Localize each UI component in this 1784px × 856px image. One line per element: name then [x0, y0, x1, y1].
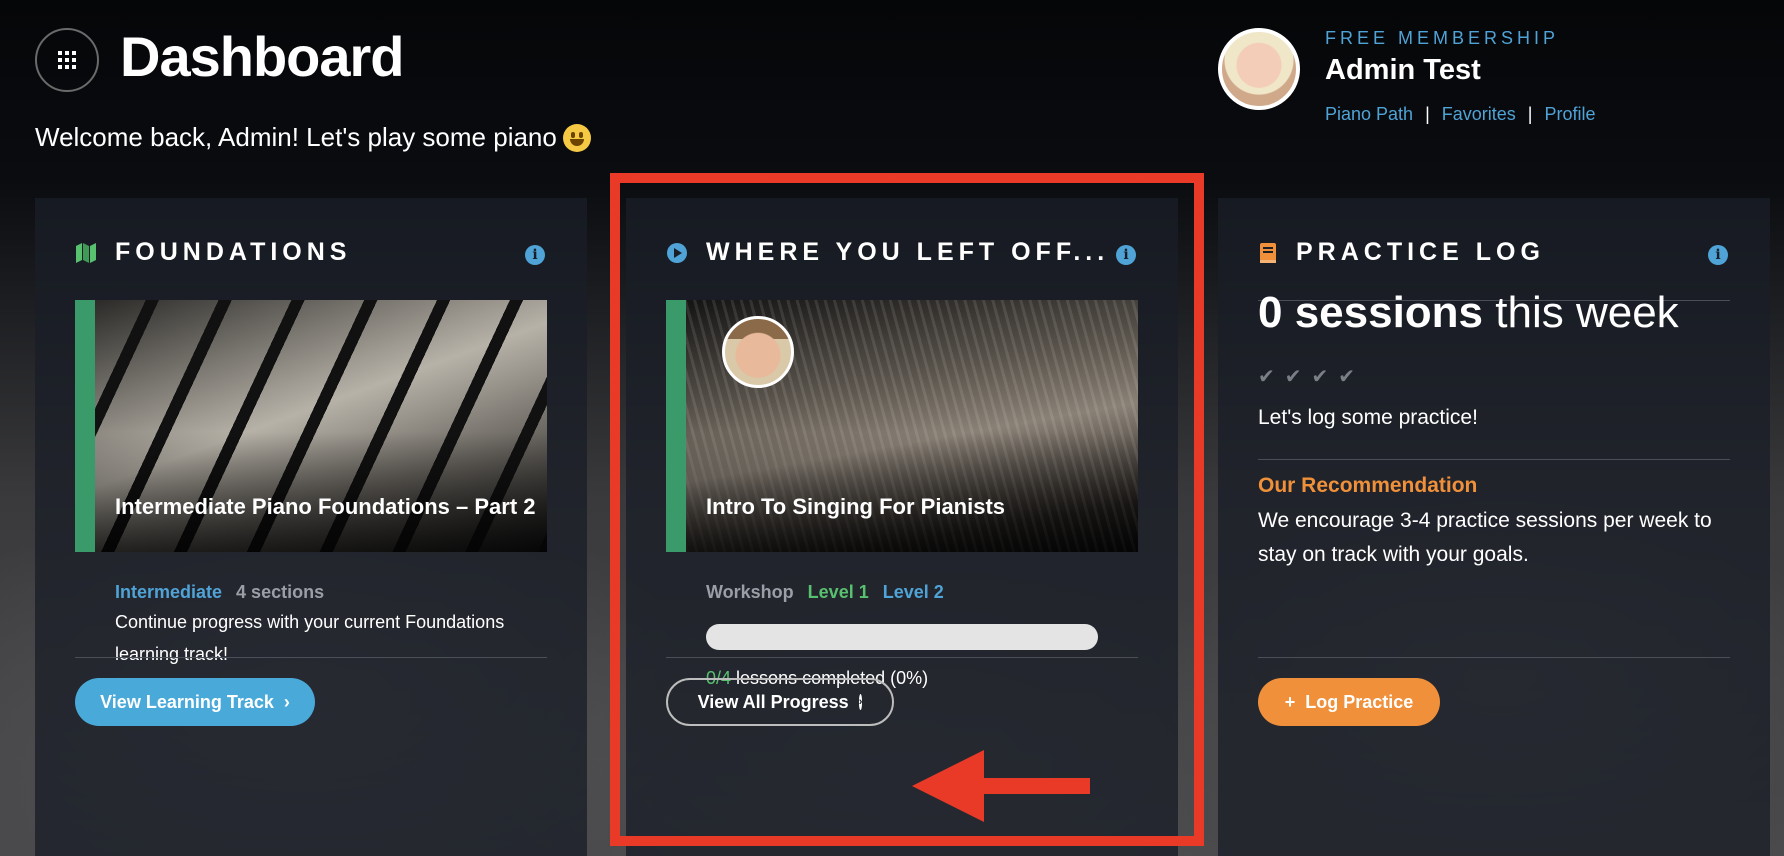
divider	[1258, 459, 1730, 460]
course-title[interactable]: Intro To Singing For Pianists	[706, 494, 1005, 520]
instructor-avatar	[722, 316, 794, 388]
recommendation-title: Our Recommendation	[1258, 474, 1478, 497]
page-title: Dashboard	[120, 25, 404, 88]
welcome-message: Welcome back, Admin! Let's play some pia…	[35, 122, 591, 153]
info-icon[interactable]: i	[1708, 245, 1728, 265]
annotation-arrow-shaft	[980, 778, 1090, 794]
foundations-card: FOUNDATIONS i Intermediate Piano Foundat…	[35, 198, 587, 856]
user-name: Admin Test	[1325, 54, 1481, 86]
button-label: View Learning Track	[100, 691, 274, 712]
profile-links: Piano Path | Favorites | Profile	[1325, 104, 1596, 125]
practice-log-card: PRACTICE LOG i 0 sessions this week ✔✔✔✔…	[1218, 198, 1770, 856]
book-icon	[1260, 242, 1276, 263]
avatar[interactable]	[1218, 28, 1300, 110]
membership-label: FREE MEMBERSHIP	[1325, 28, 1560, 48]
header: Dashboard Welcome back, Admin! Let's pla…	[0, 0, 1784, 180]
sessions-suffix: this week	[1495, 288, 1679, 337]
sessions-count: 0 sessions	[1258, 288, 1484, 337]
welcome-text: Welcome back, Admin! Let's play some pia…	[35, 122, 557, 152]
card-header: FOUNDATIONS	[75, 238, 351, 267]
level-tag[interactable]: Intermediate	[115, 582, 222, 602]
card-title: FOUNDATIONS	[115, 238, 352, 266]
card-header: PRACTICE LOG	[1258, 238, 1545, 267]
course-description: Continue progress with your current Foun…	[115, 612, 505, 664]
link-profile[interactable]: Profile	[1544, 104, 1595, 124]
info-icon[interactable]: i	[525, 245, 545, 265]
map-icon	[76, 242, 96, 263]
menu-button[interactable]	[35, 28, 99, 92]
check-icons: ✔✔✔✔	[1258, 366, 1366, 388]
course-title[interactable]: Intermediate Piano Foundations – Part 2	[115, 494, 536, 520]
button-label: Log Practice	[1305, 691, 1414, 712]
link-piano-path[interactable]: Piano Path	[1325, 104, 1413, 124]
grid-icon	[58, 51, 76, 69]
log-practice-button[interactable]: + Log Practice	[1258, 678, 1440, 726]
plus-icon: +	[1284, 691, 1296, 712]
recommendation-text: We encourage 3-4 practice sessions per w…	[1258, 509, 1712, 566]
smiley-icon	[562, 123, 591, 152]
card-title: PRACTICE LOG	[1296, 238, 1545, 266]
link-separator: |	[1527, 104, 1533, 124]
view-learning-track-button[interactable]: View Learning Track ›	[75, 678, 315, 726]
link-separator: |	[1425, 104, 1430, 124]
sessions-summary: 0 sessions this week	[1258, 288, 1679, 338]
link-favorites[interactable]: Favorites	[1442, 104, 1516, 124]
divider	[1258, 657, 1730, 658]
annotation-arrow-head	[912, 750, 984, 822]
sections-count: 4 sections	[236, 582, 325, 602]
chevron-right-icon: ›	[283, 691, 290, 712]
log-prompt: Let's log some practice!	[1258, 406, 1478, 429]
course-thumbnail[interactable]: Intermediate Piano Foundations – Part 2	[75, 300, 547, 552]
course-meta: Intermediate 4 sections	[115, 582, 338, 603]
divider	[75, 657, 547, 658]
